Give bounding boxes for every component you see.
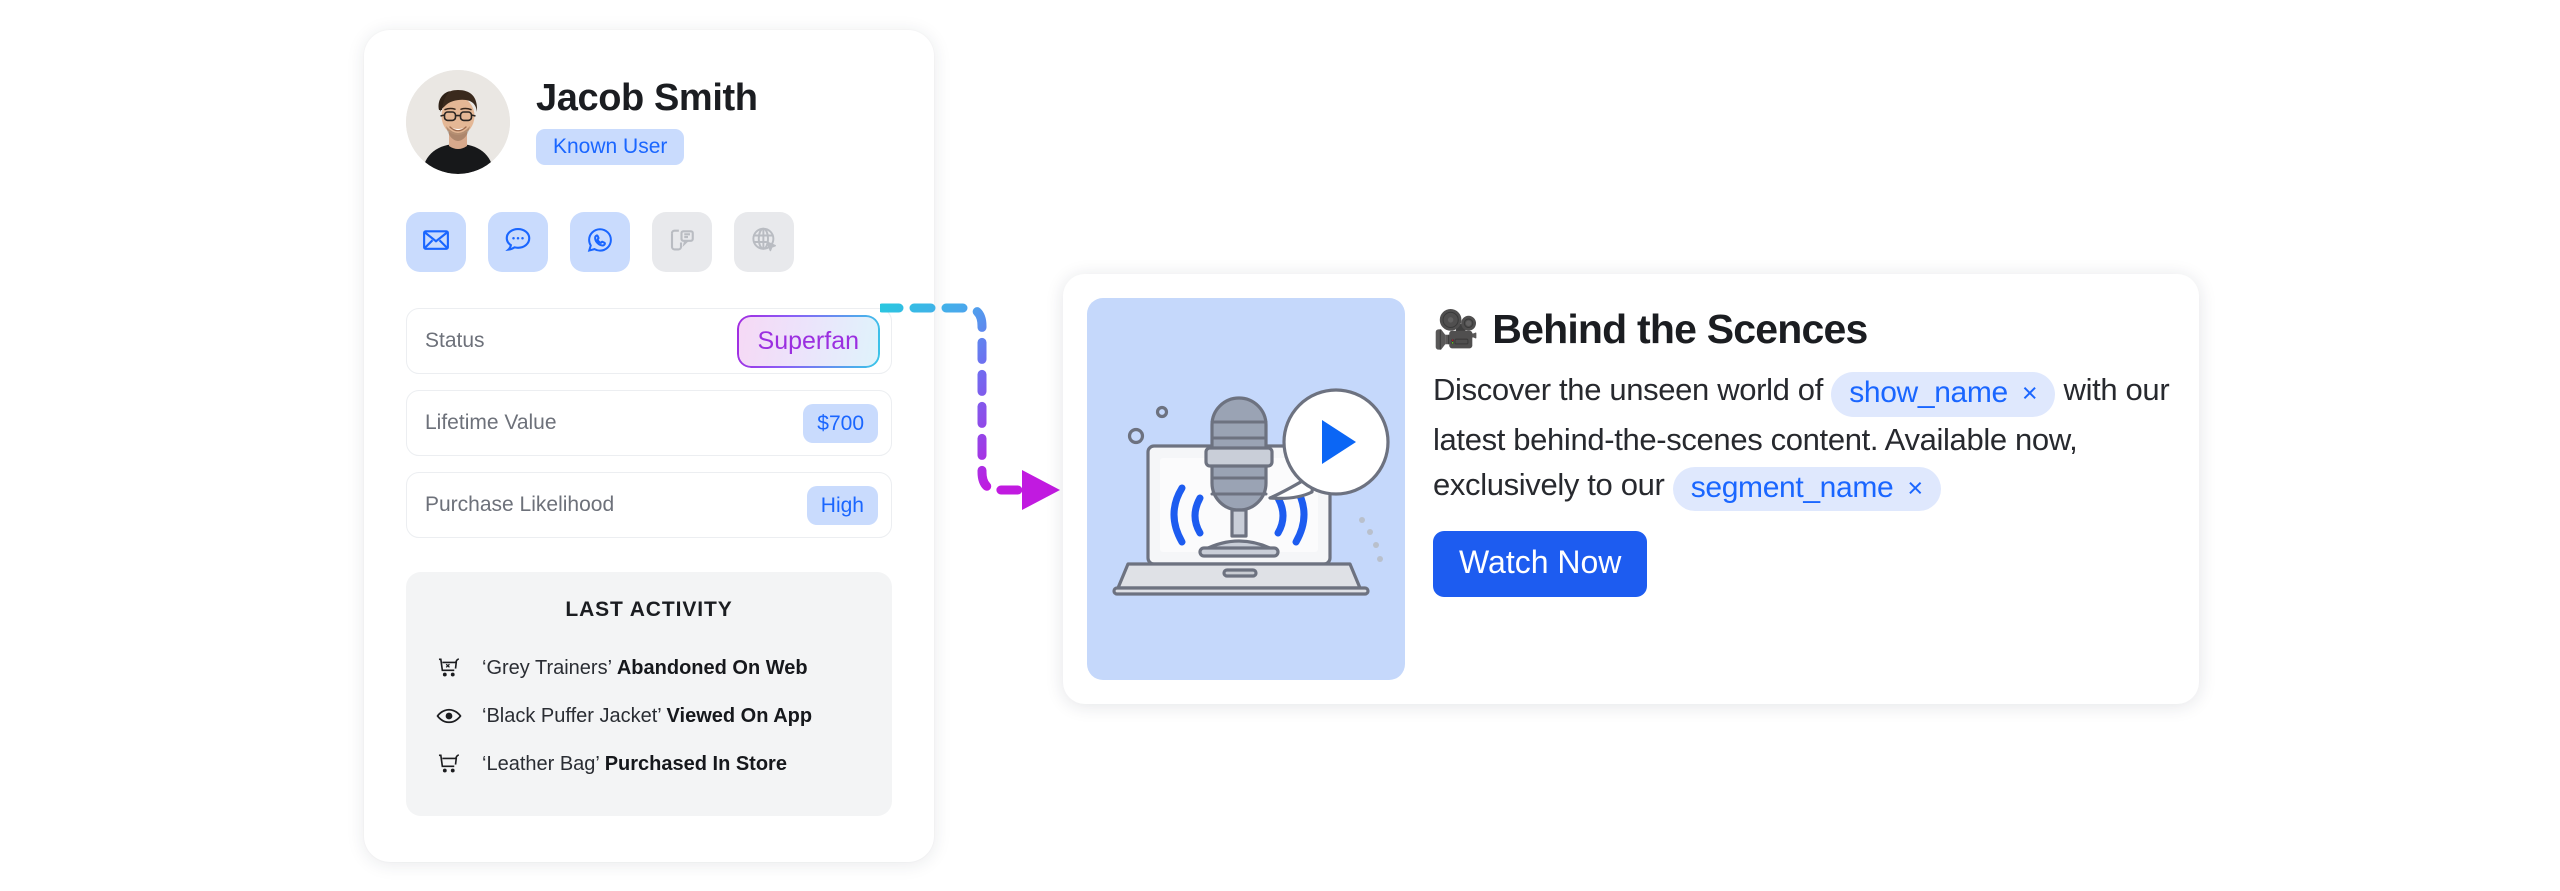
channel-sms-button[interactable]	[488, 212, 548, 272]
last-activity-title: LAST ACTIVITY	[565, 598, 733, 621]
in-app-message-icon	[667, 225, 697, 260]
token-label: show_name	[1849, 376, 2008, 410]
activity-action: Abandoned On Web	[616, 656, 808, 679]
message-text-part-1: Discover the unseen world of	[1433, 372, 1823, 408]
activity-product: ‘Black Puffer Jacket’	[482, 704, 661, 727]
page-title: Jacob Smith	[536, 77, 758, 120]
attribute-label: Status	[425, 329, 485, 352]
activity-text: ‘Grey Trainers’ Abandoned On Web	[482, 657, 808, 680]
customer-profile-card: Jacob Smith Known User Status Superfan L…	[364, 30, 934, 862]
avatar	[406, 70, 510, 174]
activity-text: ‘Leather Bag’ Purchased In Store	[482, 753, 787, 776]
channel-in-app-message-button[interactable]	[652, 212, 712, 272]
activity-product: ‘Leather Bag’	[482, 752, 600, 775]
message-body: 🎥 Behind the Scences Discover the unseen…	[1433, 298, 2175, 680]
attribute-value-purchase-likelihood: High	[806, 485, 878, 525]
attribute-value-lifetime-value: $700	[803, 403, 878, 443]
attribute-label: Lifetime Value	[425, 411, 557, 434]
token-chip-show-name[interactable]: show_name ×	[1831, 372, 2056, 417]
attribute-label: Purchase Likelihood	[425, 493, 615, 516]
attribute-row-lifetime-value: Lifetime Value $700	[406, 390, 892, 456]
podcast-laptop-illustration	[1087, 298, 1405, 680]
channel-icon-row	[364, 174, 934, 272]
activity-product: ‘Grey Trainers’	[482, 656, 612, 679]
channel-whatsapp-button[interactable]	[570, 212, 630, 272]
close-icon[interactable]: ×	[1907, 474, 1923, 502]
activity-action: Purchased In Store	[604, 752, 787, 775]
status-badge-known-user: Known User	[536, 128, 685, 165]
list-item: ‘Leather Bag’ Purchased In Store	[430, 740, 868, 788]
web-globe-cursor-icon	[749, 225, 779, 260]
message-text: Discover the unseen world of show_name × …	[1433, 367, 2175, 512]
attribute-value-superfan[interactable]: Superfan	[738, 316, 878, 366]
token-label: segment_name	[1690, 470, 1894, 504]
movie-camera-icon: 🎥	[1433, 309, 1479, 351]
watch-now-button[interactable]: Watch Now	[1433, 531, 1648, 598]
attribute-row-purchase-likelihood: Purchase Likelihood High	[406, 472, 892, 538]
sms-chat-bubble-icon	[503, 225, 533, 260]
token-chip-segment-name[interactable]: segment_name ×	[1672, 466, 1941, 512]
eye-icon	[434, 701, 464, 731]
attribute-list: Status Superfan Lifetime Value $700 Purc…	[364, 272, 934, 538]
email-icon	[421, 225, 451, 260]
message-preview-card: 🎥 Behind the Scences Discover the unseen…	[1063, 274, 2199, 704]
list-item: ‘Black Puffer Jacket’ Viewed On App	[430, 692, 868, 740]
whatsapp-icon	[585, 225, 615, 260]
cart-abandoned-icon	[434, 653, 464, 683]
channel-email-button[interactable]	[406, 212, 466, 272]
activity-action: Viewed On App	[666, 704, 813, 727]
last-activity-panel: LAST ACTIVITY ‘Grey Trainers’ Abandoned …	[406, 572, 892, 816]
cart-icon	[434, 749, 464, 779]
message-title-text: Behind the Scences	[1492, 306, 1868, 352]
close-icon[interactable]: ×	[2022, 379, 2038, 407]
identity-text: Jacob Smith Known User	[536, 77, 758, 165]
message-title: 🎥 Behind the Scences	[1433, 306, 2175, 352]
list-item: ‘Grey Trainers’ Abandoned On Web	[430, 644, 868, 692]
channel-web-button[interactable]	[734, 212, 794, 272]
canvas: Jacob Smith Known User Status Superfan L…	[0, 0, 2560, 891]
identity-block: Jacob Smith Known User	[364, 30, 934, 174]
attribute-row-status: Status Superfan	[406, 308, 892, 374]
activity-text: ‘Black Puffer Jacket’ Viewed On App	[482, 705, 812, 728]
